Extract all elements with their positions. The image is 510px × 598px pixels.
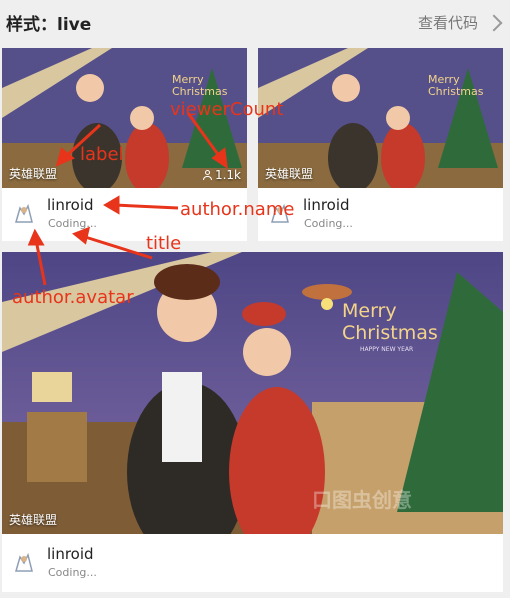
view-code-link[interactable]: 查看代码 bbox=[417, 12, 503, 33]
header: 样式：live 查看代码 bbox=[0, 0, 510, 44]
annotation-author-name: author.name bbox=[180, 199, 295, 220]
card-label: 英雄联盟 bbox=[265, 167, 314, 181]
annotation-title: title bbox=[146, 233, 182, 254]
watermark: 口图虫创意 bbox=[312, 488, 412, 512]
author-row: linroid Coding... bbox=[2, 537, 503, 589]
annotation-author-avatar: author.avatar bbox=[12, 287, 134, 308]
cover-text: Merry Christmas bbox=[172, 73, 228, 98]
card-label: 英雄联盟 bbox=[9, 167, 58, 181]
stream-title: Coding... bbox=[48, 566, 97, 579]
cover-text: Merry Christmas bbox=[342, 300, 438, 344]
view-code-label: 查看代码 bbox=[417, 14, 478, 32]
card-label: 英雄联盟 bbox=[9, 513, 58, 527]
annotation-label: label bbox=[80, 144, 124, 165]
cover-subtitle: HAPPY NEW YEAR bbox=[360, 346, 414, 353]
author-name: linroid bbox=[47, 545, 94, 563]
avatar bbox=[10, 547, 38, 577]
avatar bbox=[10, 198, 38, 228]
viewer-count-value: 1.1k bbox=[214, 168, 241, 182]
annotation-viewer-count: viewerCount bbox=[170, 99, 284, 120]
person-icon bbox=[202, 170, 212, 180]
page-title: 样式：live bbox=[6, 15, 92, 35]
cover-text: Merry Christmas bbox=[428, 73, 484, 98]
author-name: linroid bbox=[303, 196, 350, 214]
author-name: linroid bbox=[47, 196, 94, 214]
chevron-right-icon bbox=[485, 14, 503, 31]
viewer-count: 1.1k bbox=[202, 168, 241, 182]
stream-title: Coding... bbox=[304, 217, 353, 230]
cover-image: Merry Christmas 英雄联盟 bbox=[258, 48, 503, 188]
author-row: linroid Coding... bbox=[258, 188, 503, 240]
stream-title: Coding... bbox=[48, 217, 97, 230]
live-card[interactable]: Merry Christmas 英雄联盟 linroid Coding... bbox=[258, 48, 503, 241]
